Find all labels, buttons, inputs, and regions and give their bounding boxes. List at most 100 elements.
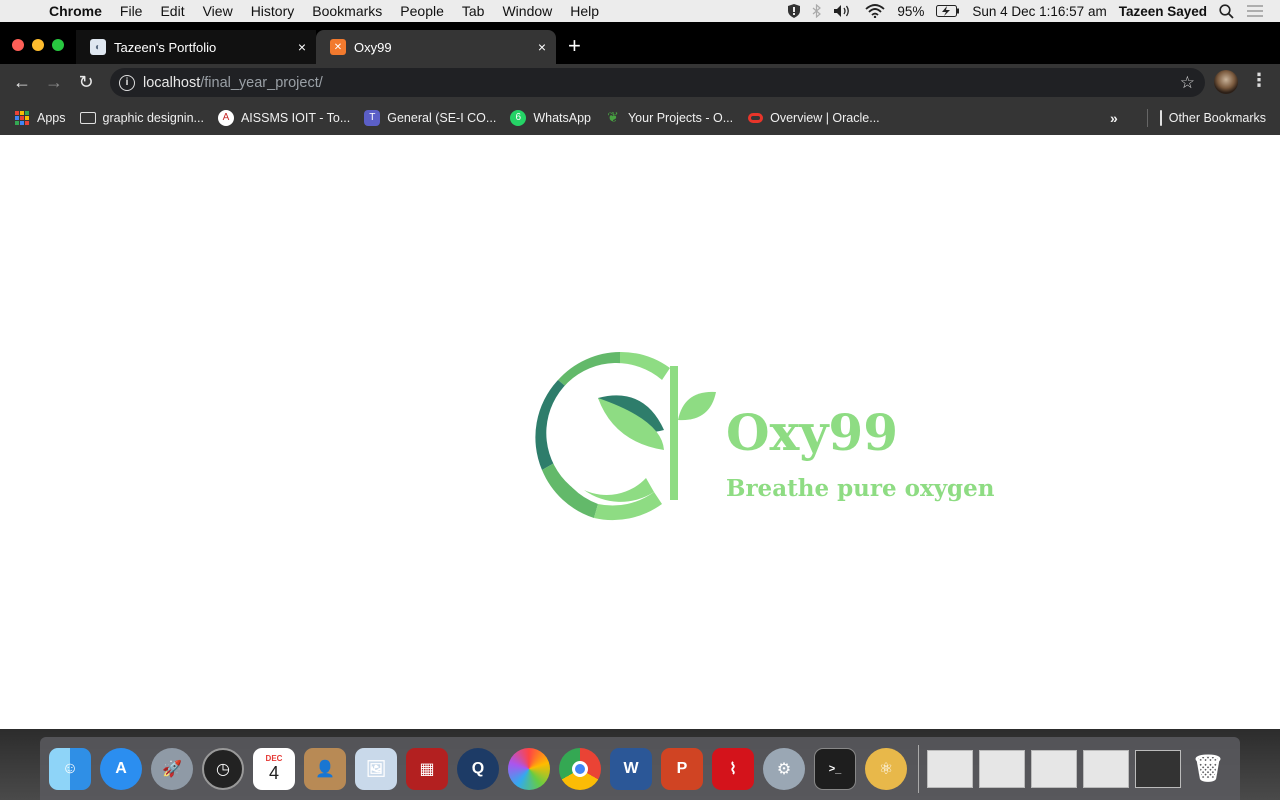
acrobat-icon[interactable]: ⌇	[712, 747, 754, 790]
chrome-icon[interactable]	[559, 747, 601, 790]
photo-booth-icon[interactable]: ▦	[406, 747, 448, 790]
close-tab-icon[interactable]: ×	[298, 39, 306, 55]
bookmark-graphic-designing[interactable]: graphic designin...	[79, 110, 204, 126]
bookmark-whatsapp[interactable]: 6 WhatsApp	[510, 109, 591, 126]
word-icon[interactable]: W	[610, 747, 652, 790]
url-path: /final_year_project/	[200, 74, 323, 91]
zoom-window-button[interactable]	[52, 39, 64, 51]
minimized-window-thumbnail[interactable]	[1031, 749, 1077, 788]
bookmark-label: Apps	[37, 110, 66, 125]
calendar-month: DEC	[265, 753, 283, 763]
dashboard-icon[interactable]: ◷	[202, 747, 244, 790]
preview-icon[interactable]: 🖼	[355, 747, 397, 790]
wifi-icon[interactable]	[865, 4, 885, 18]
new-tab-icon[interactable]: +	[568, 35, 581, 57]
oxy99-logo-icon	[535, 351, 716, 521]
app-store-icon[interactable]: A	[100, 747, 142, 790]
menu-bookmarks[interactable]: Bookmarks	[303, 3, 391, 19]
contacts-icon[interactable]: 👤	[304, 747, 346, 790]
menu-file[interactable]: File	[111, 3, 152, 19]
minimize-window-button[interactable]	[32, 39, 44, 51]
browser-toolbar: ← → ↻ i localhost/final_year_project/ ☆ …	[0, 64, 1280, 100]
menu-history[interactable]: History	[242, 3, 304, 19]
close-tab-icon[interactable]: ×	[538, 39, 546, 55]
tab-oxy99[interactable]: ✕ Oxy99 ×	[316, 30, 556, 64]
aissms-icon: A	[217, 109, 234, 126]
bookmark-label: General (SE-I CO...	[387, 110, 497, 125]
system-preferences-icon[interactable]: ⚙	[763, 747, 805, 790]
calendar-day: 4	[268, 762, 279, 783]
battery-icon[interactable]	[936, 5, 960, 17]
brand-tagline: Breathe pure oxygen	[726, 475, 995, 502]
menu-people[interactable]: People	[391, 3, 453, 19]
bookmark-oracle[interactable]: Overview | Oracle...	[747, 110, 880, 126]
bookmark-label: AISSMS IOIT - To...	[240, 110, 351, 125]
bookmarks-bar: Apps graphic designin... A AISSMS IOIT -…	[0, 100, 1280, 135]
profile-avatar[interactable]	[1214, 70, 1238, 94]
menu-tab[interactable]: Tab	[453, 3, 494, 19]
bookmark-your-projects[interactable]: ❦ Your Projects - O...	[605, 109, 734, 126]
status-area: 95% Sun 4 Dec 1:16:57 am Tazeen Sayed	[788, 0, 1280, 22]
photos-icon[interactable]	[508, 747, 550, 790]
bookmark-label: Your Projects - O...	[627, 110, 734, 125]
trash-icon[interactable]: 🗑	[1187, 748, 1229, 790]
bookmark-label: WhatsApp	[533, 110, 591, 125]
menu-window[interactable]: Window	[493, 3, 561, 19]
site-info-icon[interactable]: i	[119, 74, 135, 91]
bookmark-star-icon[interactable]: ☆	[1180, 73, 1195, 93]
atom-icon[interactable]: ⚛	[865, 747, 907, 790]
bookmarks-overflow-icon[interactable]: »	[1110, 110, 1118, 126]
portfolio-favicon-icon: ◐	[90, 39, 106, 55]
terminal-icon[interactable]: >_	[814, 747, 856, 790]
folder-icon	[79, 110, 96, 126]
bookmark-apps[interactable]: Apps	[14, 110, 66, 126]
finder-icon[interactable]: ☺	[49, 747, 91, 790]
shield-icon[interactable]	[788, 4, 801, 18]
bookmark-label: graphic designin...	[102, 110, 204, 125]
back-arrow-icon[interactable]: ←	[6, 66, 38, 98]
minimized-window-thumbnail[interactable]	[1135, 749, 1181, 788]
logo-leaf-right	[678, 391, 716, 421]
tab-title: Oxy99	[354, 39, 392, 55]
minimized-window-thumbnail[interactable]	[927, 749, 973, 788]
powerpoint-icon[interactable]: P	[661, 747, 703, 790]
url-host: localhost	[143, 74, 201, 91]
user-name[interactable]: Tazeen Sayed	[1119, 4, 1207, 19]
bookmark-other-bookmarks[interactable]: Other Bookmarks	[1146, 108, 1266, 127]
apps-grid-icon	[14, 110, 30, 126]
launchpad-icon[interactable]: 🚀	[151, 747, 193, 790]
calendar-icon[interactable]: DEC 4	[253, 747, 295, 790]
minimized-window-thumbnail[interactable]	[979, 749, 1025, 788]
minimized-window-thumbnail[interactable]	[1083, 749, 1129, 788]
notification-center-icon[interactable]	[1246, 4, 1264, 18]
menu-view[interactable]: View	[194, 3, 242, 19]
address-bar[interactable]: i localhost/final_year_project/ ☆	[110, 68, 1205, 97]
bookmark-general[interactable]: T General (SE-I CO...	[364, 109, 497, 126]
overleaf-icon: ❦	[607, 109, 619, 125]
xampp-favicon-icon: ✕	[330, 39, 346, 55]
clock[interactable]: Sun 4 Dec 1:16:57 am	[972, 4, 1106, 19]
dock-separator	[918, 744, 919, 793]
tab-strip: ◐ Tazeen's Portfolio × ✕ Oxy99 × +	[0, 22, 1280, 64]
menu-edit[interactable]: Edit	[151, 3, 193, 19]
brand-name: Oxy99	[726, 403, 898, 462]
menu-help[interactable]: Help	[561, 3, 608, 19]
bluetooth-icon[interactable]	[812, 4, 822, 18]
tab-title: Tazeen's Portfolio	[114, 39, 217, 55]
menu-app-name[interactable]: Chrome	[40, 3, 111, 19]
teams-icon: T	[364, 109, 381, 126]
tab-tazeens-portfolio[interactable]: ◐ Tazeen's Portfolio ×	[76, 30, 316, 64]
bookmark-label: Overview | Oracle...	[770, 110, 880, 125]
dock: ☺ A 🚀 ◷ DEC 4 👤 🖼 ▦ Q W P ⌇ ⚙ >_ ⚛ 🗑	[40, 737, 1240, 800]
logo-stem	[670, 366, 678, 500]
bookmark-aissms[interactable]: A AISSMS IOIT - To...	[217, 109, 351, 126]
more-menu-icon[interactable]: ⋮	[1250, 70, 1268, 91]
quicktime-icon[interactable]: Q	[457, 747, 499, 790]
whatsapp-icon: 6	[510, 109, 527, 126]
volume-icon[interactable]	[833, 4, 853, 18]
reload-icon[interactable]: ↻	[70, 66, 102, 98]
close-window-button[interactable]	[12, 39, 24, 51]
web-page: Oxy99 Breathe pure oxygen	[0, 135, 1280, 729]
forward-arrow-icon[interactable]: →	[38, 66, 70, 98]
spotlight-search-icon[interactable]	[1219, 3, 1234, 19]
